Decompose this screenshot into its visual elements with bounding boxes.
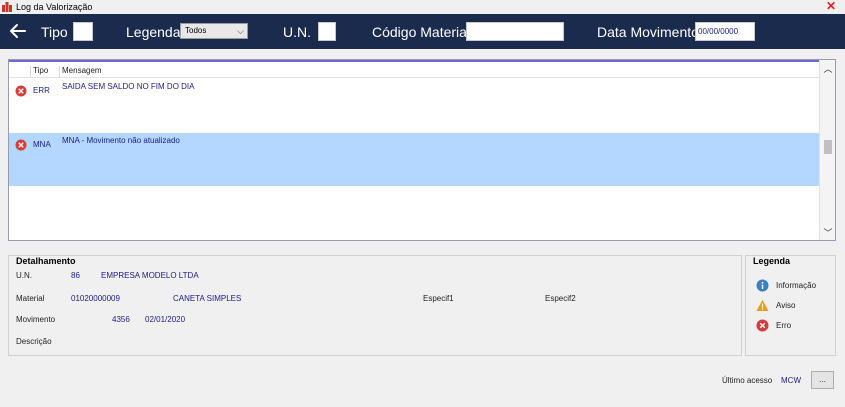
detail-material-code: 01020000009	[71, 294, 120, 303]
detail-especif1-label: Especif1	[423, 294, 454, 303]
detail-un-name: EMPRESA MODELO LTDA	[101, 271, 199, 280]
log-row-message: SAIDA SEM SALDO NO FIM DO DIA	[62, 82, 195, 91]
column-separator	[59, 66, 60, 77]
codigo-material-label: Código Material	[372, 24, 471, 40]
error-icon	[756, 319, 769, 332]
un-label: U.N.	[283, 24, 311, 40]
filter-toolbar: Tipo Legenda Todos ⌵ U.N. Código Materia…	[0, 14, 845, 49]
un-input[interactable]	[318, 22, 336, 41]
legenda-label: Legenda	[126, 24, 181, 40]
detail-movimento-date: 02/01/2020	[145, 315, 186, 324]
detail-especif2-label: Especif2	[545, 294, 576, 303]
column-separator	[30, 66, 31, 77]
scrollbar-thumb[interactable]	[824, 140, 832, 154]
legend-title: Legenda	[751, 256, 793, 266]
data-movimento-input[interactable]	[695, 22, 755, 41]
legend-item-label: Informação	[776, 281, 817, 290]
window-title: Log da Valorização	[16, 2, 93, 12]
chevron-down-icon: ⌵	[237, 26, 244, 36]
ultimo-acesso-label: Último acesso	[722, 376, 773, 385]
log-row[interactable]: ERR SAIDA SEM SALDO NO FIM DO DIA	[9, 79, 819, 132]
tipo-input[interactable]	[73, 22, 93, 41]
log-row-message: MNA - Movimento não atualizado	[62, 136, 180, 145]
grid-header: Tipo Mensagem	[9, 64, 819, 78]
info-icon	[756, 279, 769, 292]
detail-un-code: 86	[71, 271, 80, 280]
legend-item-label: Aviso	[776, 301, 796, 310]
data-movimento-label: Data Movimento	[597, 24, 699, 40]
log-row-tipo: ERR	[33, 86, 50, 95]
detail-panel: Detalhamento U.N. 86 EMPRESA MODELO LTDA…	[8, 255, 742, 356]
log-grid: Tipo Mensagem ERR SAIDA SEM SALDO NO FIM…	[8, 59, 836, 241]
detail-material-name: CANETA SIMPLES	[173, 294, 242, 303]
detail-movimento-label: Movimento	[16, 315, 56, 324]
codigo-material-input[interactable]	[466, 22, 564, 41]
log-row-tipo: MNA	[33, 140, 51, 149]
close-window-button[interactable]: ✕	[821, 0, 841, 13]
legend-item-label: Erro	[776, 321, 792, 330]
error-icon	[15, 139, 27, 151]
grid-focus-line	[9, 60, 819, 62]
detail-title: Detalhamento	[14, 256, 78, 266]
legend-panel: Legenda Informação Aviso Erro	[745, 255, 836, 356]
log-row-selected[interactable]: MNA MNA - Movimento não atualizado	[9, 133, 819, 186]
legenda-selected-value: Todos	[185, 26, 207, 35]
detail-un-label: U.N.	[16, 271, 32, 280]
detail-movimento-number: 4356	[112, 315, 130, 324]
more-options-button[interactable]: ...	[811, 371, 834, 389]
column-header-tipo[interactable]: Tipo	[33, 66, 48, 75]
column-header-mensagem[interactable]: Mensagem	[62, 66, 102, 75]
detail-material-label: Material	[16, 294, 45, 303]
warning-icon	[756, 299, 769, 311]
ultimo-acesso-value: MCW	[781, 376, 801, 385]
error-icon	[15, 85, 27, 97]
scroll-up-arrow-icon[interactable]: ︿	[820, 62, 835, 76]
scroll-down-arrow-icon[interactable]: ﹀	[820, 226, 835, 240]
app-logo-icon	[2, 2, 12, 12]
back-arrow-icon[interactable]	[9, 22, 27, 40]
vertical-scrollbar[interactable]: ︿ ﹀	[819, 60, 835, 240]
legenda-select[interactable]: Todos ⌵	[180, 23, 248, 39]
detail-descricao-label: Descrição	[16, 337, 52, 346]
title-bar: Log da Valorização ✕	[0, 0, 845, 14]
tipo-label: Tipo	[41, 24, 68, 40]
